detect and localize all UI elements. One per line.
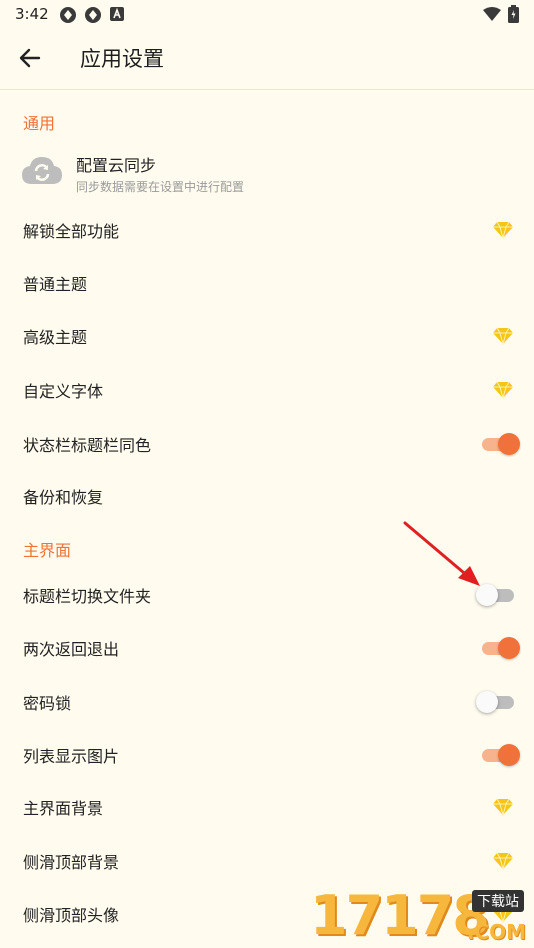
list-show-images-toggle[interactable] — [476, 742, 520, 768]
setting-label: 标题栏切换文件夹 — [23, 587, 152, 606]
watermark-tag: 下载站 — [472, 890, 524, 912]
toggle-thumb — [476, 691, 498, 713]
diamond-icon — [493, 852, 513, 870]
setting-main-background[interactable]: 主界面背景 — [0, 781, 534, 833]
setting-backup-restore[interactable]: 备份和恢复 — [0, 470, 534, 522]
diamond-icon — [493, 327, 513, 345]
setting-label: 列表显示图片 — [23, 747, 120, 766]
setting-label: 主界面背景 — [23, 799, 104, 818]
statusbar-same-color-toggle[interactable] — [476, 431, 520, 457]
notification-icon — [60, 7, 76, 23]
setting-custom-font[interactable]: 自定义字体 — [0, 364, 534, 416]
setting-password-lock[interactable]: 密码锁 — [0, 676, 534, 728]
setting-label: 普通主题 — [23, 275, 88, 294]
back-arrow-icon — [19, 48, 41, 68]
notification-icon — [85, 7, 101, 23]
status-time: 3:42 — [15, 5, 49, 23]
section-header-general: 通用 — [23, 114, 56, 133]
toggle-thumb — [498, 744, 520, 766]
setting-drawer-top-background[interactable]: 侧滑顶部背景 — [0, 835, 534, 887]
cloud-sync-row[interactable]: 配置云同步 同步数据需要在设置中进行配置 — [0, 140, 534, 202]
cloud-sync-title: 配置云同步 — [76, 156, 157, 175]
setting-statusbar-same-color[interactable]: 状态栏标题栏同色 — [0, 418, 534, 470]
watermark-digits: 17178 — [310, 884, 490, 947]
setting-list-show-images[interactable]: 列表显示图片 — [0, 729, 534, 781]
toggle-thumb — [498, 637, 520, 659]
double-back-exit-toggle[interactable] — [476, 635, 520, 661]
diamond-icon — [493, 798, 513, 816]
toggle-thumb — [498, 433, 520, 455]
setting-label: 解锁全部功能 — [23, 222, 120, 241]
page-title: 应用设置 — [80, 47, 164, 71]
section-header-main-interface: 主界面 — [23, 541, 72, 560]
status-bar: 3:42 — [0, 0, 534, 28]
setting-label: 侧滑顶部背景 — [23, 853, 120, 872]
wifi-icon — [483, 7, 501, 21]
diamond-icon — [493, 221, 513, 239]
back-button[interactable] — [10, 40, 50, 76]
setting-label: 侧滑顶部头像 — [23, 906, 120, 925]
cloud-sync-subtitle: 同步数据需要在设置中进行配置 — [76, 180, 245, 194]
setting-normal-theme[interactable]: 普通主题 — [0, 257, 534, 309]
diamond-icon — [493, 381, 513, 399]
setting-label: 高级主题 — [23, 328, 88, 347]
setting-label: 两次返回退出 — [23, 640, 120, 659]
setting-label: 密码锁 — [23, 694, 72, 713]
watermark: 17178 下载站 .COM — [310, 884, 534, 948]
annotation-arrow-icon — [403, 521, 480, 586]
setting-label: 备份和恢复 — [23, 488, 104, 507]
password-lock-toggle[interactable] — [476, 689, 520, 715]
setting-unlock-all[interactable]: 解锁全部功能 — [0, 204, 534, 256]
setting-double-back-exit[interactable]: 两次返回退出 — [0, 622, 534, 674]
watermark-domain: .COM — [466, 920, 526, 944]
setting-label: 自定义字体 — [23, 382, 104, 401]
cloud-sync-icon — [22, 157, 62, 184]
battery-icon — [508, 5, 519, 23]
setting-label: 状态栏标题栏同色 — [23, 436, 152, 455]
app-bar: 应用设置 — [0, 28, 534, 90]
a-badge-icon — [110, 7, 124, 21]
setting-advanced-theme[interactable]: 高级主题 — [0, 310, 534, 362]
